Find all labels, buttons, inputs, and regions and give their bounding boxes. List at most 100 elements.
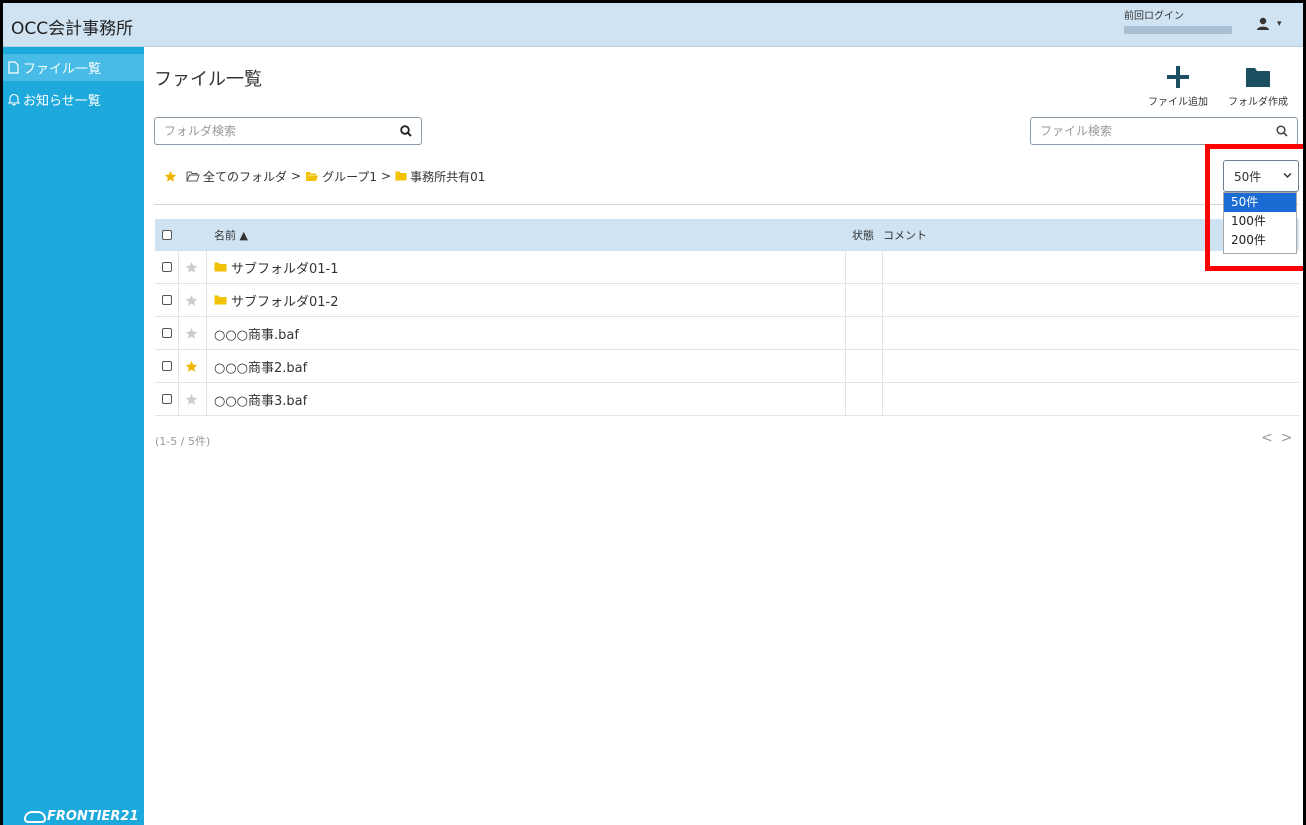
row-checkbox-cell xyxy=(162,251,172,283)
user-menu-button[interactable]: ▾ xyxy=(1256,17,1290,37)
table-row[interactable]: サブフォルダ01-1 xyxy=(155,251,1299,284)
row-name[interactable]: ○○○商事2.baf xyxy=(214,350,307,382)
row-star-cell xyxy=(185,251,198,283)
folder-search xyxy=(154,117,422,145)
create-folder-button[interactable]: フォルダ作成 xyxy=(1228,65,1288,108)
divider xyxy=(154,204,1299,205)
app-title: OCC会計事務所 xyxy=(11,19,134,39)
row-name[interactable]: ○○○商事.baf xyxy=(214,317,299,349)
column-divider xyxy=(845,284,846,316)
breadcrumb-separator: > xyxy=(291,169,302,183)
row-name[interactable]: ○○○商事3.baf xyxy=(214,383,307,415)
row-name-label: ○○○商事.baf xyxy=(214,327,299,343)
row-checkbox[interactable] xyxy=(162,328,172,338)
table-row[interactable]: サブフォルダ01-2 xyxy=(155,284,1299,317)
favorite-star-icon[interactable] xyxy=(185,360,198,373)
breadcrumb-office-shared01[interactable]: 事務所共有01 xyxy=(395,168,485,185)
add-file-label: ファイル追加 xyxy=(1148,97,1208,108)
breadcrumb-group1[interactable]: グループ1 xyxy=(305,168,377,185)
row-name-label: ○○○商事2.baf xyxy=(214,360,308,376)
row-checkbox-cell xyxy=(162,284,172,316)
row-star-cell xyxy=(185,350,198,382)
row-name[interactable]: サブフォルダ01-1 xyxy=(214,251,339,283)
favorite-star-icon[interactable] xyxy=(164,170,177,183)
row-checkbox[interactable] xyxy=(162,295,172,305)
column-divider xyxy=(882,317,883,349)
logo-mark-icon xyxy=(24,810,46,823)
page-title: ファイル一覧 xyxy=(154,69,262,90)
breadcrumb-label: 全てのフォルダ xyxy=(203,169,288,184)
favorite-star-icon[interactable] xyxy=(185,294,198,307)
folder-icon xyxy=(214,295,227,305)
next-page-button[interactable]: > xyxy=(1281,430,1301,446)
table-row[interactable]: ○○○商事2.baf xyxy=(155,350,1299,383)
breadcrumb-separator: > xyxy=(381,169,392,183)
highlight-annotation-box xyxy=(1205,144,1303,271)
search-icon[interactable] xyxy=(1276,125,1288,137)
plus-icon xyxy=(1167,66,1189,88)
table-body: サブフォルダ01-1 サブフォルダ01-2 ○○○商事.baf ○○○商事2.baf ○… xyxy=(155,251,1299,416)
folder-icon xyxy=(214,262,227,272)
row-star-cell xyxy=(185,317,198,349)
last-login-value xyxy=(1124,26,1232,34)
row-star-cell xyxy=(185,284,198,316)
column-divider xyxy=(206,383,207,415)
column-divider xyxy=(845,383,846,415)
row-checkbox[interactable] xyxy=(162,361,172,371)
sidebar-item-label: ファイル一覧 xyxy=(23,62,102,77)
search-icon[interactable] xyxy=(400,125,412,137)
row-checkbox[interactable] xyxy=(162,262,172,272)
file-table: 名前 ▲ 状態 コメント サブフォルダ01-1 サブフォルダ01-2 ○○○商事.b… xyxy=(155,219,1299,416)
name-column-header[interactable]: 名前 ▲ xyxy=(214,219,248,251)
row-name-label: サブフォルダ01-2 xyxy=(231,294,339,310)
user-icon xyxy=(1257,17,1269,30)
select-all-checkbox-cell xyxy=(162,219,172,251)
breadcrumb-all-folders[interactable]: 全てのフォルダ xyxy=(186,168,287,185)
column-divider xyxy=(178,350,179,382)
create-folder-label: フォルダ作成 xyxy=(1228,97,1288,108)
folder-open-icon xyxy=(186,171,200,181)
caret-down-icon: ▾ xyxy=(1277,19,1282,29)
file-search-input[interactable] xyxy=(1031,118,1251,144)
row-checkbox[interactable] xyxy=(162,394,172,404)
column-divider xyxy=(206,350,207,382)
breadcrumb-label: グループ1 xyxy=(322,169,377,184)
folder-icon xyxy=(1246,68,1270,87)
column-divider xyxy=(178,251,179,283)
table-row[interactable]: ○○○商事.baf xyxy=(155,317,1299,350)
prev-page-button[interactable]: < xyxy=(1261,430,1281,446)
sidebar-item-label: お知らせ一覧 xyxy=(23,94,101,109)
sidebar: ファイル一覧 お知らせ一覧 FRONTIER21 xyxy=(3,47,144,825)
column-divider xyxy=(206,317,207,349)
add-file-button[interactable]: ファイル追加 xyxy=(1148,65,1208,108)
app-frame: OCC会計事務所 前回ログイン ▾ ファイル一覧 お知らせ一覧 FRONTIER… xyxy=(0,0,1306,825)
main-content: ファイル一覧 ファイル追加 フォルダ作成 フォルダ検索 ファイル検索 全てのフォ… xyxy=(144,47,1303,825)
logo-text: FRONTIER21 xyxy=(47,809,139,824)
column-divider xyxy=(178,383,179,415)
table-header: 名前 ▲ 状態 コメント xyxy=(155,219,1299,251)
favorite-star-icon[interactable] xyxy=(185,261,198,274)
file-icon xyxy=(8,61,19,74)
column-divider xyxy=(845,317,846,349)
sidebar-item-notices[interactable]: お知らせ一覧 xyxy=(3,86,144,113)
favorite-star-icon[interactable] xyxy=(185,327,198,340)
item-count: (1-5 / 5件) xyxy=(155,435,211,448)
breadcrumb: 全てのフォルダ > グループ1 > 事務所共有01 xyxy=(164,168,485,184)
favorite-star-icon[interactable] xyxy=(185,393,198,406)
table-row[interactable]: ○○○商事3.baf xyxy=(155,383,1299,416)
column-divider xyxy=(178,317,179,349)
column-divider xyxy=(845,251,846,283)
column-divider xyxy=(178,284,179,316)
last-login-label: 前回ログイン xyxy=(1124,11,1184,22)
comment-column-header: コメント xyxy=(883,229,927,242)
row-name[interactable]: サブフォルダ01-2 xyxy=(214,284,339,316)
row-name-label: ○○○商事3.baf xyxy=(214,393,308,409)
column-divider xyxy=(882,251,883,283)
folder-search-input[interactable] xyxy=(155,118,375,144)
row-name-label: サブフォルダ01-1 xyxy=(231,261,339,277)
sidebar-item-files[interactable]: ファイル一覧 xyxy=(3,54,144,81)
row-star-cell xyxy=(185,383,198,415)
folder-icon xyxy=(395,171,407,181)
breadcrumb-label: 事務所共有01 xyxy=(410,169,486,184)
select-all-checkbox[interactable] xyxy=(162,230,172,240)
